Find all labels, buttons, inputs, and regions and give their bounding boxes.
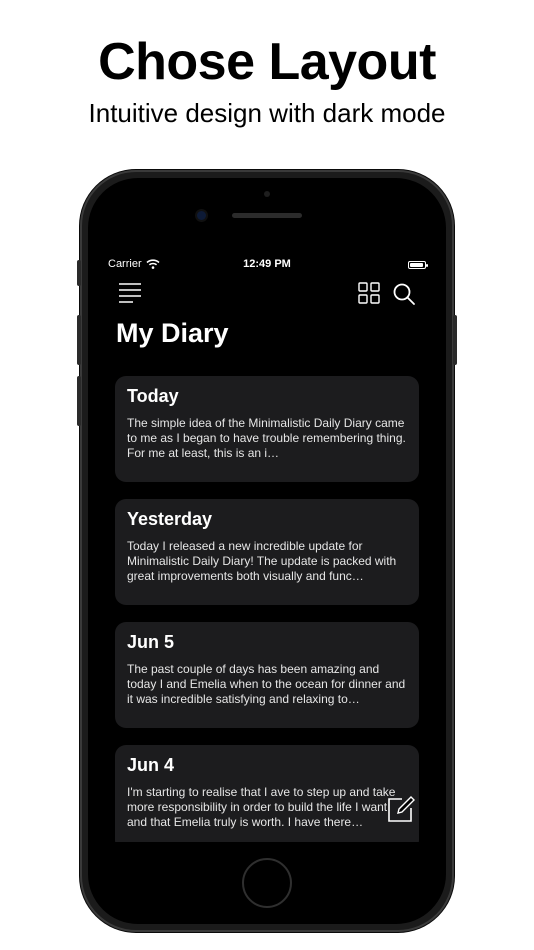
power-button (453, 315, 457, 365)
battery-level (410, 263, 423, 267)
battery-icon (408, 261, 428, 269)
proximity-sensor (264, 191, 270, 197)
entry-preview: I'm starting to realise that I ave to st… (127, 785, 396, 829)
entry-card[interactable]: Jun 4 I'm starting to realise that I ave… (115, 745, 419, 842)
status-time: 12:49 PM (243, 258, 291, 270)
entry-card[interactable]: Today The simple idea of the Minimalisti… (115, 376, 419, 482)
volume-down-button (77, 376, 81, 426)
entry-list: Today The simple idea of the Minimalisti… (115, 376, 419, 842)
entry-date: Today (127, 386, 179, 406)
entry-card[interactable]: Jun 5 The past couple of days has been a… (115, 622, 419, 728)
home-button[interactable] (242, 858, 292, 908)
search-icon[interactable] (392, 282, 416, 306)
entry-preview: The past couple of days has been amazing… (127, 662, 406, 706)
entry-date: Jun 4 (127, 755, 175, 775)
entry-preview: Today I released a new incredible update… (127, 539, 397, 583)
earpiece-speaker (232, 213, 302, 218)
menu-icon[interactable] (118, 282, 142, 304)
volume-up-button (77, 315, 81, 365)
mute-switch (77, 260, 81, 286)
grid-layout-icon[interactable] (358, 282, 380, 304)
app-screen: Carrier 12:49 PM My Diary Today The simp… (96, 248, 438, 842)
page-title: My Diary (116, 318, 229, 348)
entry-date: Yesterday (127, 509, 213, 529)
entry-date: Jun 5 (127, 632, 175, 652)
entry-card[interactable]: Yesterday Today I released a new incredi… (115, 499, 419, 605)
toolbar (118, 282, 416, 306)
promo-title: Chose Layout (98, 33, 436, 91)
front-camera (197, 211, 206, 220)
compose-icon[interactable] (386, 794, 416, 824)
promo-subtitle: Intuitive design with dark mode (88, 98, 446, 128)
entry-preview: The simple idea of the Minimalistic Dail… (127, 416, 406, 460)
status-bar: Carrier 12:49 PM (108, 258, 428, 274)
